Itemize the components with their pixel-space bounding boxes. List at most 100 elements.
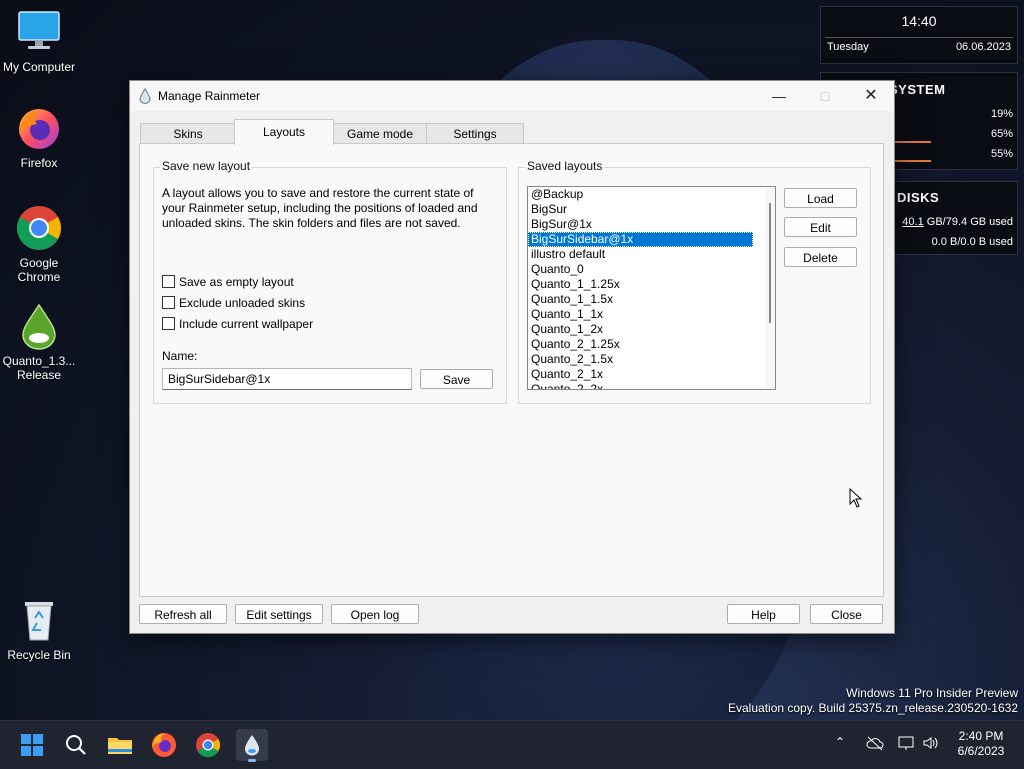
desktop-icon-label: Firefox — [20, 156, 58, 170]
help-button[interactable]: Help — [727, 604, 800, 624]
disk-c-used: 40.1 — [902, 216, 924, 228]
taskbar-chrome[interactable] — [192, 729, 224, 761]
ram-bar — [891, 141, 931, 143]
checkbox-label: Save as empty layout — [179, 275, 294, 289]
title-bar[interactable]: Manage Rainmeter — □ ✕ — [130, 81, 894, 111]
checkbox-include-wallpaper[interactable]: Include current wallpaper — [162, 317, 313, 331]
list-item[interactable]: Quanto_2_1.25x — [528, 337, 753, 352]
desktop-icon-quanto[interactable]: Quanto_1.3... Release — [0, 302, 78, 382]
desktop-icon-label: My Computer — [2, 60, 76, 74]
delete-button[interactable]: Delete — [784, 247, 857, 267]
monitor-icon — [898, 736, 914, 750]
checkbox-label: Include current wallpaper — [179, 317, 314, 331]
tab-settings[interactable]: Settings — [426, 123, 524, 144]
desktop-icon-label: Google Chrome — [17, 256, 61, 284]
swap-value: 55% — [990, 148, 1013, 160]
speaker-icon — [923, 737, 938, 749]
group-label: Saved layouts — [525, 159, 605, 173]
saved-layouts-group: Saved layouts @Backup BigSur BigSur@1x B… — [518, 159, 871, 404]
list-item[interactable]: illustro default — [528, 247, 753, 262]
list-item[interactable]: Quanto_2_2x — [528, 382, 753, 389]
maximize-icon: □ — [820, 88, 830, 104]
list-item[interactable]: @Backup — [528, 187, 753, 202]
window-title: Manage Rainmeter — [158, 89, 261, 103]
disk-d-usage: 0.0 B/0.0 B used — [931, 236, 1013, 248]
list-item[interactable]: BigSur — [528, 202, 753, 217]
tab-layouts[interactable]: Layouts — [234, 119, 334, 145]
divider — [825, 37, 1013, 38]
desktop-icon-label: Recycle Bin — [7, 648, 71, 662]
chrome-icon — [15, 204, 63, 252]
list-item[interactable]: Quanto_2_1x — [528, 367, 753, 382]
edit-button[interactable]: Edit — [784, 217, 857, 237]
list-scrollbar[interactable] — [765, 187, 775, 389]
display-tray[interactable] — [898, 735, 916, 754]
tab-skins[interactable]: Skins — [140, 123, 236, 144]
firefox-icon — [152, 733, 176, 757]
checkbox-exclude-unloaded[interactable]: Exclude unloaded skins — [162, 296, 305, 310]
checkbox-save-empty[interactable]: Save as empty layout — [162, 275, 294, 289]
layouts-panel: Save new layout A layout allows you to s… — [139, 143, 884, 597]
desktop-icon-firefox[interactable]: Firefox — [0, 104, 78, 170]
rainmeter-drop-icon — [15, 302, 63, 350]
checkbox-label: Exclude unloaded skins — [179, 296, 306, 310]
list-item[interactable]: BigSur@1x — [528, 217, 753, 232]
list-item[interactable]: Quanto_1_1.25x — [528, 277, 753, 292]
close-window-button[interactable]: ✕ — [848, 81, 894, 111]
clock-date: 06.06.2023 — [955, 41, 1011, 53]
refresh-all-button[interactable]: Refresh all — [139, 604, 227, 624]
list-item[interactable]: Quanto_0 — [528, 262, 753, 277]
name-label: Name: — [162, 349, 198, 363]
list-item[interactable]: Quanto_2_1.5x — [528, 352, 753, 367]
checkbox-box[interactable] — [162, 317, 175, 330]
desktop-icon-recycle-bin[interactable]: Recycle Bin — [0, 596, 78, 662]
evaluation-watermark: Windows 11 Pro Insider Preview Evaluatio… — [728, 686, 1018, 716]
disks-title: DISKS — [897, 190, 940, 205]
volume-tray[interactable] — [922, 735, 940, 754]
recycle-bin-icon — [15, 596, 63, 644]
search-button[interactable] — [60, 729, 92, 761]
load-button[interactable]: Load — [784, 188, 857, 208]
taskbar-firefox[interactable] — [148, 729, 180, 761]
save-button[interactable]: Save — [420, 369, 493, 389]
start-button[interactable] — [16, 729, 48, 761]
rainmeter-drop-icon — [245, 735, 259, 756]
layout-name-input[interactable]: BigSurSidebar@1x — [162, 368, 412, 390]
scrollbar-thumb[interactable] — [769, 203, 771, 323]
rainmeter-drop-icon — [139, 88, 151, 107]
checkbox-box[interactable] — [162, 275, 175, 288]
taskbar-rainmeter[interactable] — [236, 729, 268, 762]
cloud-offline-icon — [866, 736, 884, 751]
maximize-button[interactable]: □ — [802, 81, 848, 111]
tab-game-mode[interactable]: Game mode — [332, 123, 428, 144]
desktop-icon-chrome[interactable]: Google Chrome — [0, 204, 78, 284]
close-icon: ✕ — [864, 87, 878, 104]
list-item[interactable]: Quanto_1_1x — [528, 307, 753, 322]
chevron-up-icon: ⌃ — [835, 735, 846, 749]
file-explorer-button[interactable] — [104, 729, 136, 761]
cpu-value: 19% — [990, 108, 1013, 120]
close-button[interactable]: Close — [810, 604, 883, 624]
clock-widget: 14:40 Tuesday 06.06.2023 — [820, 6, 1018, 64]
monitor-icon — [15, 8, 63, 56]
checkbox-box[interactable] — [162, 296, 175, 309]
list-item-selected[interactable]: BigSurSidebar@1x — [528, 232, 753, 247]
desktop-icon-my-computer[interactable]: My Computer — [0, 8, 78, 74]
network-tray[interactable] — [866, 735, 884, 754]
swap-bar — [891, 160, 931, 162]
show-hidden-icons[interactable]: ⌃ — [835, 735, 845, 749]
desktop-icon-label: Quanto_1.3... Release — [2, 354, 76, 382]
clock-day: Tuesday — [827, 41, 869, 53]
minimize-icon: — — [772, 88, 786, 104]
open-log-button[interactable]: Open log — [331, 604, 419, 624]
taskbar-clock[interactable]: 2:40 PM 6/6/2023 — [948, 729, 1014, 759]
minimize-button[interactable]: — — [756, 81, 802, 111]
edit-settings-button[interactable]: Edit settings — [235, 604, 323, 624]
list-item[interactable]: Quanto_1_1.5x — [528, 292, 753, 307]
taskbar-time: 2:40 PM — [958, 729, 1004, 743]
list-item[interactable]: Quanto_1_2x — [528, 322, 753, 337]
clock-time: 14:40 — [901, 13, 937, 29]
saved-layouts-list[interactable]: @Backup BigSur BigSur@1x BigSurSidebar@1… — [527, 186, 776, 390]
mouse-cursor-icon — [849, 487, 863, 511]
taskbar-date: 6/6/2023 — [957, 744, 1005, 758]
